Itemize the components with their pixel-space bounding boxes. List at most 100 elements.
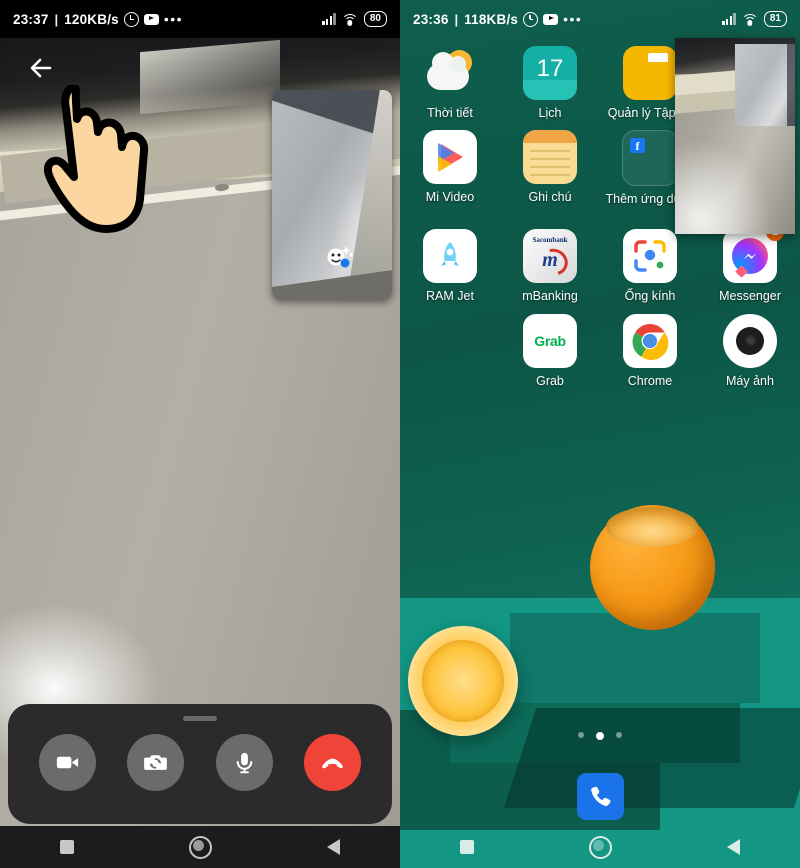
notes-line — [530, 174, 570, 176]
smiley-effects-icon[interactable] — [324, 244, 354, 270]
switch-camera-button[interactable] — [127, 734, 185, 791]
call-control-buttons — [8, 734, 392, 791]
app-chrome[interactable]: Chrome — [600, 313, 700, 388]
facebook-icon: f — [630, 138, 645, 154]
app-slot-empty — [400, 314, 500, 388]
drag-handle[interactable] — [183, 716, 217, 721]
mi-video-icon — [423, 130, 477, 185]
app-calendar[interactable]: 17 Lịch — [500, 46, 600, 120]
google-lens-icon — [623, 229, 677, 284]
app-label: Grab — [536, 373, 564, 388]
camera-switch-icon — [144, 755, 168, 770]
page-dot-active[interactable] — [596, 732, 604, 740]
calendar-icon: 17 — [523, 46, 577, 100]
notes-icon — [523, 130, 577, 185]
status-bar-left: 23:36 | 118KB/s ••• — [413, 11, 583, 27]
triangle-back-icon — [726, 839, 740, 855]
app-label: Mi Video — [425, 190, 475, 205]
square-recents-icon — [59, 840, 74, 854]
circle-home-icon — [188, 835, 212, 859]
app-label: Messenger — [719, 289, 781, 304]
weather-icon — [423, 46, 477, 100]
folder-tab — [648, 53, 668, 62]
camera-icon — [723, 313, 777, 368]
wifi-icon — [741, 13, 759, 26]
youtube-icon — [543, 13, 559, 25]
more-notifications-icon: ••• — [163, 11, 184, 27]
home-button[interactable] — [533, 835, 666, 859]
alarm-icon — [523, 11, 539, 27]
back-button[interactable] — [267, 839, 400, 855]
signal-icon — [322, 13, 336, 25]
messenger-bubble — [732, 238, 768, 275]
app-camera[interactable]: Máy ảnh — [700, 313, 800, 388]
video-camera-icon — [57, 756, 79, 769]
calendar-bottom — [523, 80, 577, 100]
add-apps-icon: f — [622, 130, 678, 187]
status-bar: 23:36 | 118KB/s ••• 81 — [400, 0, 800, 38]
messenger-icon: 1 — [723, 223, 784, 284]
status-network-speed: 120KB/s — [64, 11, 119, 27]
triangle-back-icon — [326, 839, 340, 855]
phone-dialer-icon[interactable] — [576, 773, 624, 820]
video-camera-toggle-button[interactable] — [39, 734, 97, 791]
ram-jet-icon — [423, 229, 477, 284]
notes-line — [530, 158, 570, 160]
messenger-bolt-icon — [743, 253, 756, 259]
status-time: 23:36 — [413, 11, 449, 27]
play-triangle-yellow — [438, 156, 452, 173]
app-notes[interactable]: Ghi chú — [500, 130, 600, 219]
status-time: 23:37 — [13, 11, 49, 27]
app-mbanking[interactable]: Sacombank m mBanking — [500, 229, 600, 303]
self-view-video[interactable] — [272, 90, 392, 300]
alarm-icon — [123, 11, 139, 27]
home-button[interactable] — [133, 835, 266, 859]
app-label: mBanking — [522, 289, 578, 304]
app-label: Thời tiết — [427, 106, 473, 120]
notes-line — [530, 150, 570, 152]
app-mi-video[interactable]: Mi Video — [400, 130, 500, 219]
microphone-icon — [236, 752, 252, 774]
battery-level: 81 — [769, 13, 781, 24]
phone-hangup-icon — [321, 758, 343, 769]
app-ram-jet[interactable]: RAM Jet — [400, 229, 500, 303]
app-weather[interactable]: Thời tiết — [400, 46, 500, 120]
self-view-scene-bottom — [272, 267, 392, 300]
page-dot[interactable] — [616, 732, 622, 738]
app-grab[interactable]: Grab Grab — [500, 313, 600, 388]
status-network-speed: 118KB/s — [464, 11, 519, 27]
picture-in-picture-video[interactable] — [675, 38, 795, 234]
page-dot[interactable] — [578, 732, 584, 738]
android-nav-bar — [0, 826, 400, 868]
circle-home-icon — [588, 835, 612, 859]
app-label: Ghi chú — [528, 190, 572, 205]
more-notifications-icon: ••• — [563, 11, 583, 27]
microphone-toggle-button[interactable] — [215, 734, 273, 791]
pip-inner-self-view — [735, 44, 795, 126]
wifi-icon — [341, 13, 359, 26]
battery-icon: 80 — [363, 11, 387, 27]
sacombank-mbanking-icon: Sacombank m — [523, 229, 577, 284]
back-button[interactable] — [667, 839, 800, 855]
dock — [400, 773, 800, 820]
grab-wordmark: Grab — [534, 332, 566, 349]
recents-button[interactable] — [0, 840, 133, 854]
battery-icon: 81 — [763, 11, 787, 27]
app-label: Chrome — [627, 373, 673, 388]
file-manager-icon — [623, 46, 677, 100]
call-control-bar — [8, 704, 392, 824]
app-messenger[interactable]: 1 Messenger — [700, 223, 800, 304]
end-call-button[interactable] — [303, 734, 361, 791]
camera-lens — [736, 326, 764, 355]
status-bar-right: 81 — [722, 11, 787, 27]
chrome-icon — [623, 313, 677, 368]
back-arrow-icon[interactable] — [22, 47, 64, 89]
app-google-lens[interactable]: Ống kính — [600, 229, 700, 303]
notes-header — [523, 130, 577, 144]
tap-hand-cursor-icon — [40, 83, 170, 245]
recents-button[interactable] — [400, 840, 533, 854]
android-nav-bar — [400, 826, 800, 868]
square-recents-icon — [459, 840, 474, 854]
dual-screenshot-canvas: 23:37 | 120KB/s ••• 80 23:36 | 118KB/s •… — [0, 0, 800, 868]
app-row: RAM Jet Sacombank m mBanking Ống kính Me… — [400, 223, 800, 304]
